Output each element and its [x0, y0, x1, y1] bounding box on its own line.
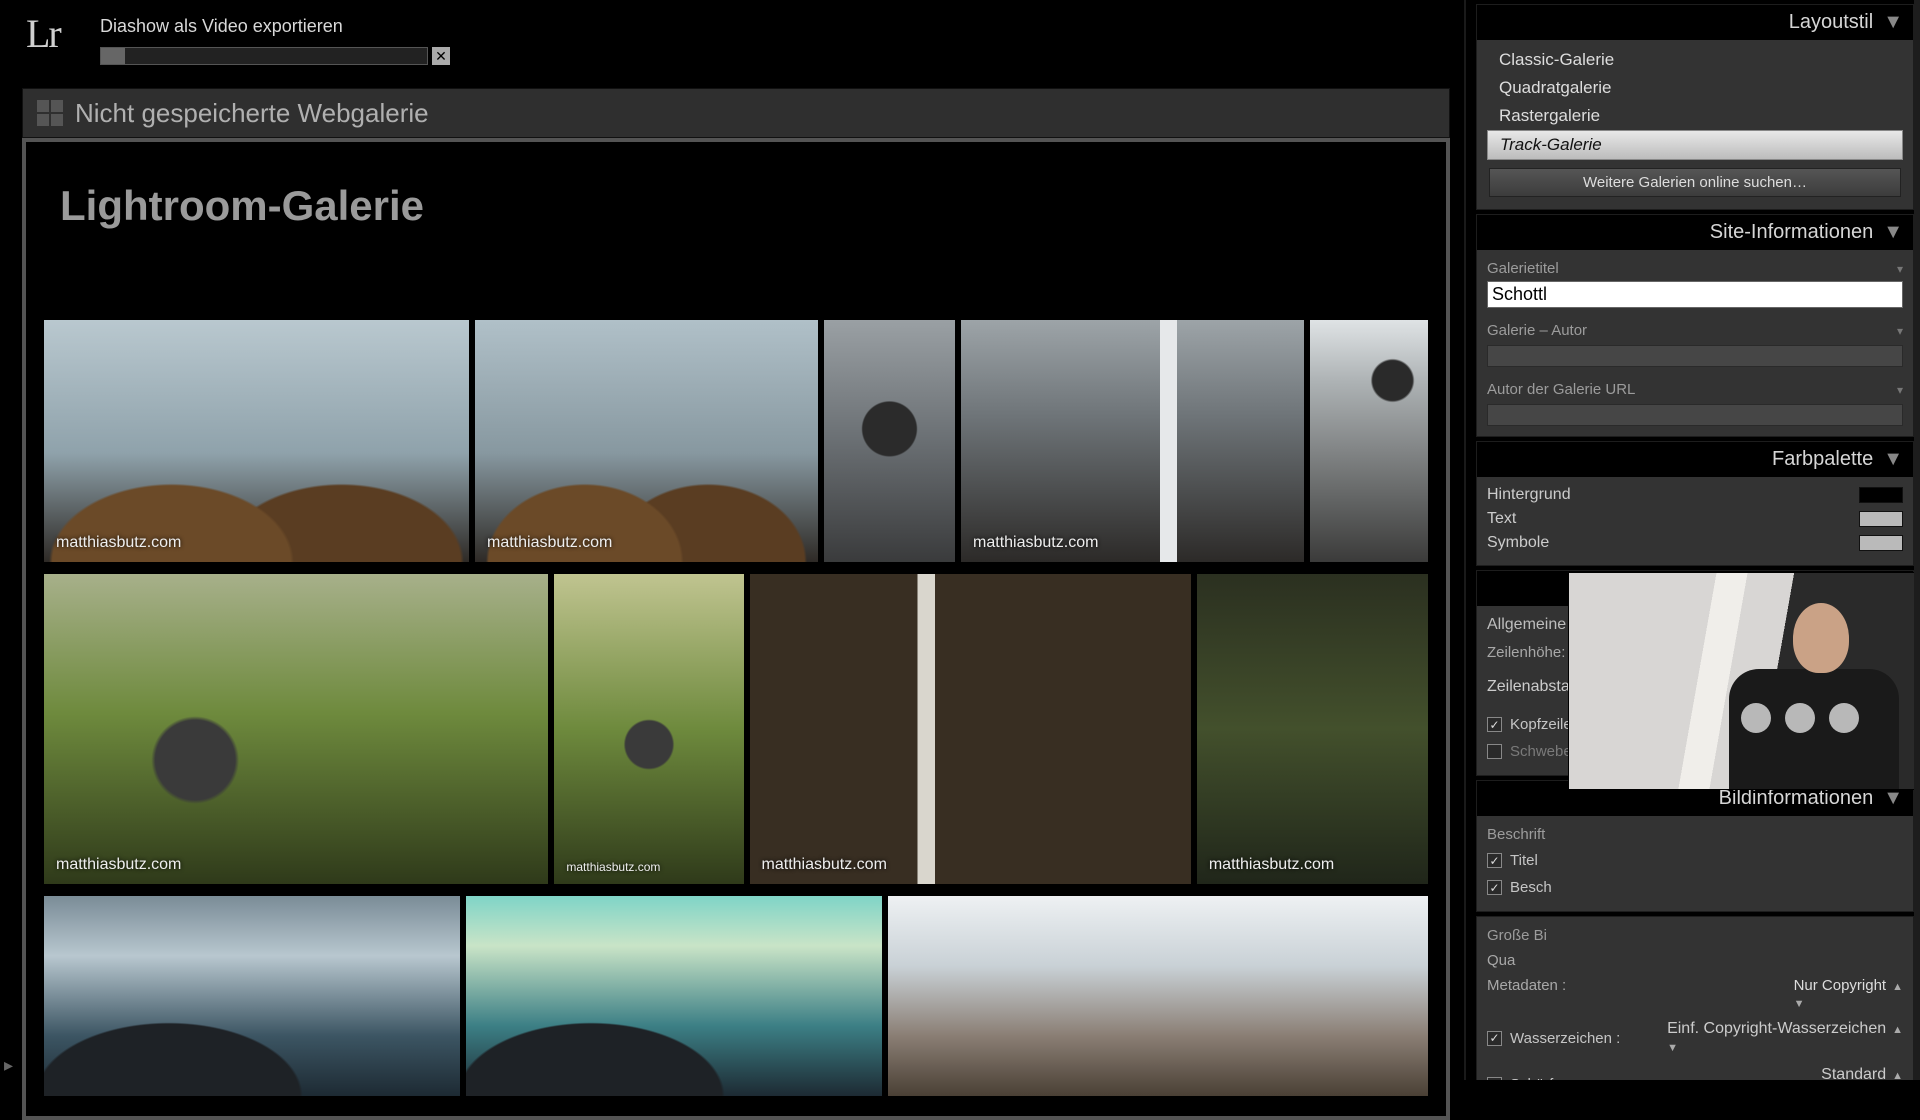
thumb[interactable]: matthiasbutz.com: [750, 574, 1191, 884]
webcam-overlay: [1568, 572, 1920, 790]
label-galerie-autor: Galerie – Autor ▾: [1487, 318, 1903, 343]
wasserzeichen-select[interactable]: Einf. Copyright-Wasserzeichen: [1667, 1020, 1886, 1037]
watermark: matthiasbutz.com: [56, 856, 181, 874]
layout-style-option[interactable]: Quadratgalerie: [1487, 74, 1903, 102]
checkbox-schwebende[interactable]: [1487, 744, 1502, 759]
thumb[interactable]: matthiasbutz.com: [44, 320, 469, 562]
label-hintergrund: Hintergrund: [1487, 486, 1571, 504]
right-panel: Layoutstil ▼ Classic-Galerie Quadratgale…: [1464, 0, 1920, 1080]
label-schaerfen: Schärfen :: [1510, 1076, 1578, 1081]
cancel-export-button[interactable]: ✕: [432, 47, 450, 65]
label-beschriftung: Beschrift: [1487, 822, 1903, 847]
thumb[interactable]: matthiasbutz.com: [961, 320, 1304, 562]
checkbox-wasserzeichen[interactable]: [1487, 1031, 1502, 1046]
panel-layoutstil: Layoutstil ▼ Classic-Galerie Quadratgale…: [1476, 4, 1914, 210]
dropdown-icon[interactable]: ▾: [1897, 383, 1903, 397]
dropdown-icon[interactable]: ▾: [1897, 324, 1903, 338]
panel-header-farbpalette[interactable]: Farbpalette ▼: [1477, 442, 1913, 477]
checkbox-schaerfen[interactable]: [1487, 1077, 1502, 1081]
panel-farbpalette: Farbpalette ▼ Hintergrund Text Symbole: [1476, 441, 1914, 566]
find-more-galleries-button[interactable]: Weitere Galerien online suchen…: [1489, 168, 1901, 197]
gallery-title: Lightroom-Galerie: [60, 182, 1428, 230]
app-logo: Lr: [26, 10, 60, 57]
preview-title: Nicht gespeicherte Webgalerie: [75, 98, 429, 129]
preview-row: matthiasbutz.com matthiasbutz.com matthi…: [44, 320, 1428, 562]
panel-header-layoutstil[interactable]: Layoutstil ▼: [1477, 5, 1913, 40]
galerietitel-input[interactable]: [1487, 281, 1903, 308]
color-swatch-background[interactable]: [1859, 487, 1903, 503]
thumb[interactable]: [888, 896, 1428, 1096]
thumb[interactable]: [1310, 320, 1428, 562]
label-grosse-bilder: Große Bi: [1487, 923, 1903, 948]
label-autor-url: Autor der Galerie URL ▾: [1487, 377, 1903, 402]
panel-bildinformationen: Bildinformationen ▼ Beschrift Titel Besc…: [1476, 780, 1914, 912]
label-metadaten: Metadaten :: [1487, 977, 1566, 1011]
thumb[interactable]: matthiasbutz.com: [44, 574, 548, 884]
panel-title: Bildinformationen: [1719, 787, 1874, 810]
watermark: matthiasbutz.com: [1209, 856, 1334, 874]
preview-header: Nicht gespeicherte Webgalerie: [22, 88, 1450, 138]
chevron-down-icon: ▼: [1883, 448, 1903, 471]
layout-style-option[interactable]: Classic-Galerie: [1487, 46, 1903, 74]
watermark: matthiasbutz.com: [762, 856, 887, 874]
thumb[interactable]: matthiasbutz.com: [475, 320, 818, 562]
chevron-down-icon: ▼: [1883, 11, 1903, 34]
progress-track: [100, 47, 428, 65]
panel-title: Layoutstil: [1789, 11, 1874, 34]
checkbox-kopfzeile[interactable]: [1487, 717, 1502, 732]
panel-title: Site-Informationen: [1710, 221, 1873, 244]
thumb[interactable]: [466, 896, 882, 1096]
panel-siteinfo: Site-Informationen ▼ Galerietitel ▾ Gale…: [1476, 214, 1914, 437]
checkbox-besch[interactable]: [1487, 880, 1502, 895]
export-progress: ✕: [100, 47, 450, 65]
thumb[interactable]: matthiasbutz.com: [1197, 574, 1428, 884]
schaerfen-select[interactable]: Standard: [1821, 1066, 1886, 1080]
preview-row: [44, 896, 1428, 1096]
thumb[interactable]: [824, 320, 955, 562]
layout-style-option[interactable]: Rastergalerie: [1487, 102, 1903, 130]
galerie-autor-input[interactable]: [1487, 345, 1903, 367]
panel-title: Farbpalette: [1772, 448, 1873, 471]
thumb[interactable]: [44, 896, 460, 1096]
color-swatch-text[interactable]: [1859, 511, 1903, 527]
thumb[interactable]: matthiasbutz.com: [554, 574, 743, 884]
panel-header-siteinfo[interactable]: Site-Informationen ▼: [1477, 215, 1913, 250]
dropdown-icon[interactable]: ▾: [1897, 262, 1903, 276]
autor-url-input[interactable]: [1487, 404, 1903, 426]
export-title: Diashow als Video exportieren: [100, 16, 450, 37]
label-qua: Qua: [1487, 952, 1515, 969]
watermark: matthiasbutz.com: [487, 534, 612, 552]
watermark: matthiasbutz.com: [566, 860, 660, 874]
layout-style-option-selected[interactable]: Track-Galerie: [1487, 130, 1903, 160]
label-symbole: Symbole: [1487, 534, 1549, 552]
chevron-down-icon: ▼: [1883, 787, 1903, 810]
gallery-preview: Lightroom-Galerie matthiasbutz.com matth…: [22, 138, 1450, 1120]
export-progress-block: Diashow als Video exportieren ✕: [100, 16, 450, 65]
checkbox-titel[interactable]: [1487, 853, 1502, 868]
chevron-down-icon: ▼: [1883, 221, 1903, 244]
watermark: matthiasbutz.com: [56, 534, 181, 552]
watermark: matthiasbutz.com: [973, 534, 1098, 552]
color-swatch-symbols[interactable]: [1859, 535, 1903, 551]
preview-row: matthiasbutz.com matthiasbutz.com matthi…: [44, 574, 1428, 884]
panel-grosse-bilder: Große Bi Qua Metadaten : Nur Copyright▲▼…: [1476, 916, 1914, 1080]
label-besch: Besch: [1510, 879, 1552, 896]
label-titel: Titel: [1510, 852, 1538, 869]
grid-icon[interactable]: [37, 100, 63, 126]
label-wasserzeichen: Wasserzeichen :: [1510, 1030, 1620, 1047]
label-galerietitel: Galerietitel ▾: [1487, 256, 1903, 281]
label-text: Text: [1487, 510, 1516, 528]
metadaten-select[interactable]: Nur Copyright: [1794, 977, 1887, 994]
expand-handle-icon[interactable]: ▸: [4, 1055, 13, 1076]
